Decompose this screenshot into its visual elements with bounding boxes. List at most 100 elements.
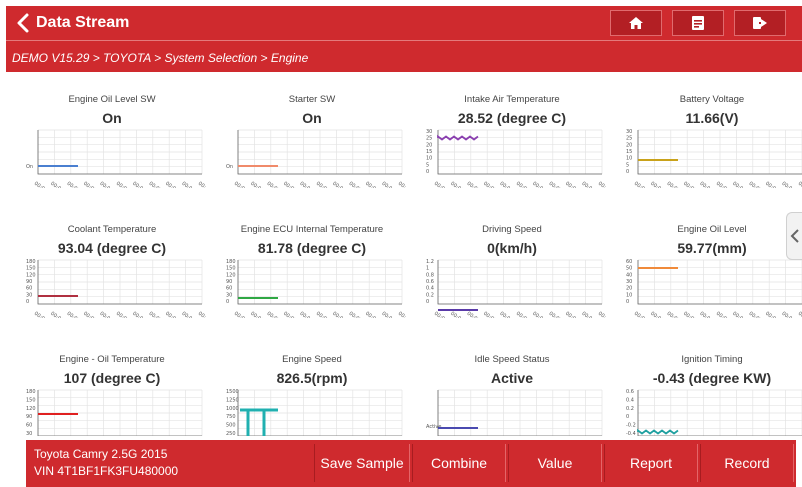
param-cell[interactable]: Engine Oil Level 59.77(mm) 60 50 40 30 20 10 0 00… [612, 202, 802, 332]
param-graph: On00:00 00:01 00:02 00:03 00:04 00:05 00:06 00:… [226, 129, 406, 188]
y-tick-label: 60 [26, 423, 32, 429]
y-tick-label: 90 [226, 279, 232, 285]
y-tick-label: 1500 [226, 389, 239, 395]
x-tick-label: 00:01 [449, 181, 464, 188]
x-tick-label: 00:09 [780, 311, 795, 318]
param-value: 0(km/h) [487, 240, 537, 256]
x-tick-label: 00:02 [666, 181, 681, 188]
x-tick-label: 00:07 [348, 311, 363, 318]
y-tick-label: On [26, 164, 33, 170]
x-tick-label: 00:10 [797, 181, 802, 188]
y-tick-label: 0 [626, 414, 629, 420]
param-name: Engine Oil Level [677, 224, 747, 235]
param-cell[interactable]: Engine Oil Level SW On On 00:00 00:01 00:02 00… [12, 72, 212, 202]
param-name: Engine - Oil Temperature [59, 354, 165, 365]
top-bar: Data Stream [6, 6, 802, 40]
x-tick-label: 00:10 [197, 311, 206, 318]
y-tick-label: -0.4 [626, 431, 636, 436]
x-tick-label: 00:10 [197, 181, 206, 188]
y-tick-label: 500 [226, 423, 236, 429]
param-name: Intake Air Temperature [464, 94, 560, 105]
vehicle-info: Toyota Camry 2.5G 2015 VIN 4T1BF1FK3FU48… [34, 446, 178, 480]
param-cell[interactable]: Driving Speed 0(km/h) 1.2 1 0.8 0.6 0.4 0.2 0 00:… [412, 202, 612, 332]
y-tick-label: 0.6 [626, 389, 634, 395]
x-tick-label: 00:08 [764, 311, 779, 318]
combine-button[interactable]: Combine [412, 444, 506, 482]
print-button[interactable] [672, 10, 724, 36]
x-tick-label: 00:06 [731, 181, 746, 188]
y-tick-label: 20 [626, 142, 632, 148]
param-value: Active [490, 370, 534, 386]
x-tick-label: 00:01 [49, 181, 64, 188]
y-tick-label: 150 [26, 397, 36, 403]
exit-button[interactable] [734, 10, 786, 36]
param-value: -0.43 (degree KW) [652, 370, 772, 386]
record-button[interactable]: Record [700, 444, 794, 482]
vehicle-vin: VIN 4T1BF1FK3FU480000 [34, 464, 179, 478]
y-tick-label: 0 [226, 299, 229, 305]
param-value: 93.04 (degree C) [57, 240, 167, 256]
y-tick-label: 0.2 [426, 292, 434, 298]
y-tick-label: On [226, 164, 233, 170]
param-cell[interactable]: Starter SW On On 00:00 00:01 00:02 00:03 00:04 0… [212, 72, 412, 202]
x-tick-label: 00:05 [115, 311, 130, 318]
value-button[interactable]: Value [508, 444, 602, 482]
y-tick-label: 180 [226, 259, 236, 265]
y-tick-label: 30 [626, 129, 632, 135]
x-tick-label: 00:05 [715, 181, 730, 188]
x-tick-label: 00:03 [682, 311, 697, 318]
x-tick-label: 00:08 [164, 311, 179, 318]
back-arrow-icon[interactable] [14, 12, 34, 34]
x-tick-label: 00:04 [698, 311, 713, 318]
x-tick-label: 00:04 [98, 181, 113, 188]
x-tick-label: 00:08 [364, 311, 379, 318]
x-tick-label: 00:06 [131, 181, 146, 188]
param-cell[interactable]: Engine ECU Internal Temperature 81.78 (de… [212, 202, 412, 332]
y-tick-label: 90 [26, 279, 32, 285]
param-value: 59.77(mm) [677, 240, 747, 256]
side-panel-toggle[interactable] [786, 212, 802, 260]
x-tick-label: 00:08 [164, 181, 179, 188]
x-tick-label: 00:05 [315, 181, 330, 188]
report-button[interactable]: Report [604, 444, 698, 482]
y-tick-label: 0 [26, 299, 29, 305]
x-tick-label: 00:10 [597, 181, 606, 188]
exit-icon [753, 17, 767, 29]
save-sample-button[interactable]: Save Sample [314, 444, 410, 482]
y-tick-label: 0 [626, 299, 629, 305]
y-tick-label: 0 [626, 169, 629, 175]
param-cell[interactable]: Battery Voltage 11.66(V) 30 25 20 15 10 5 0 00:00… [612, 72, 802, 202]
x-tick-label: 00:00 [33, 181, 48, 188]
param-name: Idle Speed Status [474, 354, 550, 365]
y-tick-label: 30 [26, 292, 32, 298]
x-tick-label: 00:06 [731, 311, 746, 318]
y-tick-label: 10 [426, 156, 432, 162]
y-tick-label: 30 [626, 279, 632, 285]
x-tick-label: 00:00 [433, 311, 448, 318]
y-tick-label: 40 [626, 272, 632, 278]
y-tick-label: 10 [626, 292, 632, 298]
x-tick-label: 00:09 [180, 311, 195, 318]
vehicle-model: Toyota Camry 2.5G 2015 [34, 447, 168, 461]
breadcrumb: DEMO V15.29 > TOYOTA > System Selection … [12, 51, 309, 65]
x-tick-label: 00:03 [282, 311, 297, 318]
y-tick-label: 150 [26, 266, 36, 272]
param-graph: 30252015105000:00 00:01 00:02 00:03 00:04 00:… [626, 129, 802, 188]
y-tick-label: 1250 [226, 397, 239, 403]
param-cell[interactable]: Coolant Temperature 93.04 (degree C) 180 15… [12, 202, 212, 332]
home-button[interactable] [610, 10, 662, 36]
x-tick-label: 00:01 [249, 181, 264, 188]
y-tick-label: 60 [226, 286, 232, 292]
param-cell[interactable]: Intake Air Temperature 28.52 (degree C) 30… [412, 72, 612, 202]
param-graph: 0.6 0.4 0.2 0 -0.2 -0.4 [626, 389, 802, 436]
x-tick-label: 00:03 [482, 181, 497, 188]
data-series-line [637, 428, 679, 435]
y-tick-label: -0.2 [626, 423, 636, 429]
param-value: 11.66(V) [685, 110, 739, 126]
x-tick-label: 00:04 [698, 181, 713, 188]
y-tick-label: 5 [626, 162, 629, 168]
x-tick-label: 00:00 [633, 181, 648, 188]
x-tick-label: 00:08 [564, 181, 579, 188]
bottom-toolbar: Toyota Camry 2.5G 2015 VIN 4T1BF1FK3FU48… [26, 440, 796, 487]
x-tick-label: 00:06 [531, 311, 546, 318]
